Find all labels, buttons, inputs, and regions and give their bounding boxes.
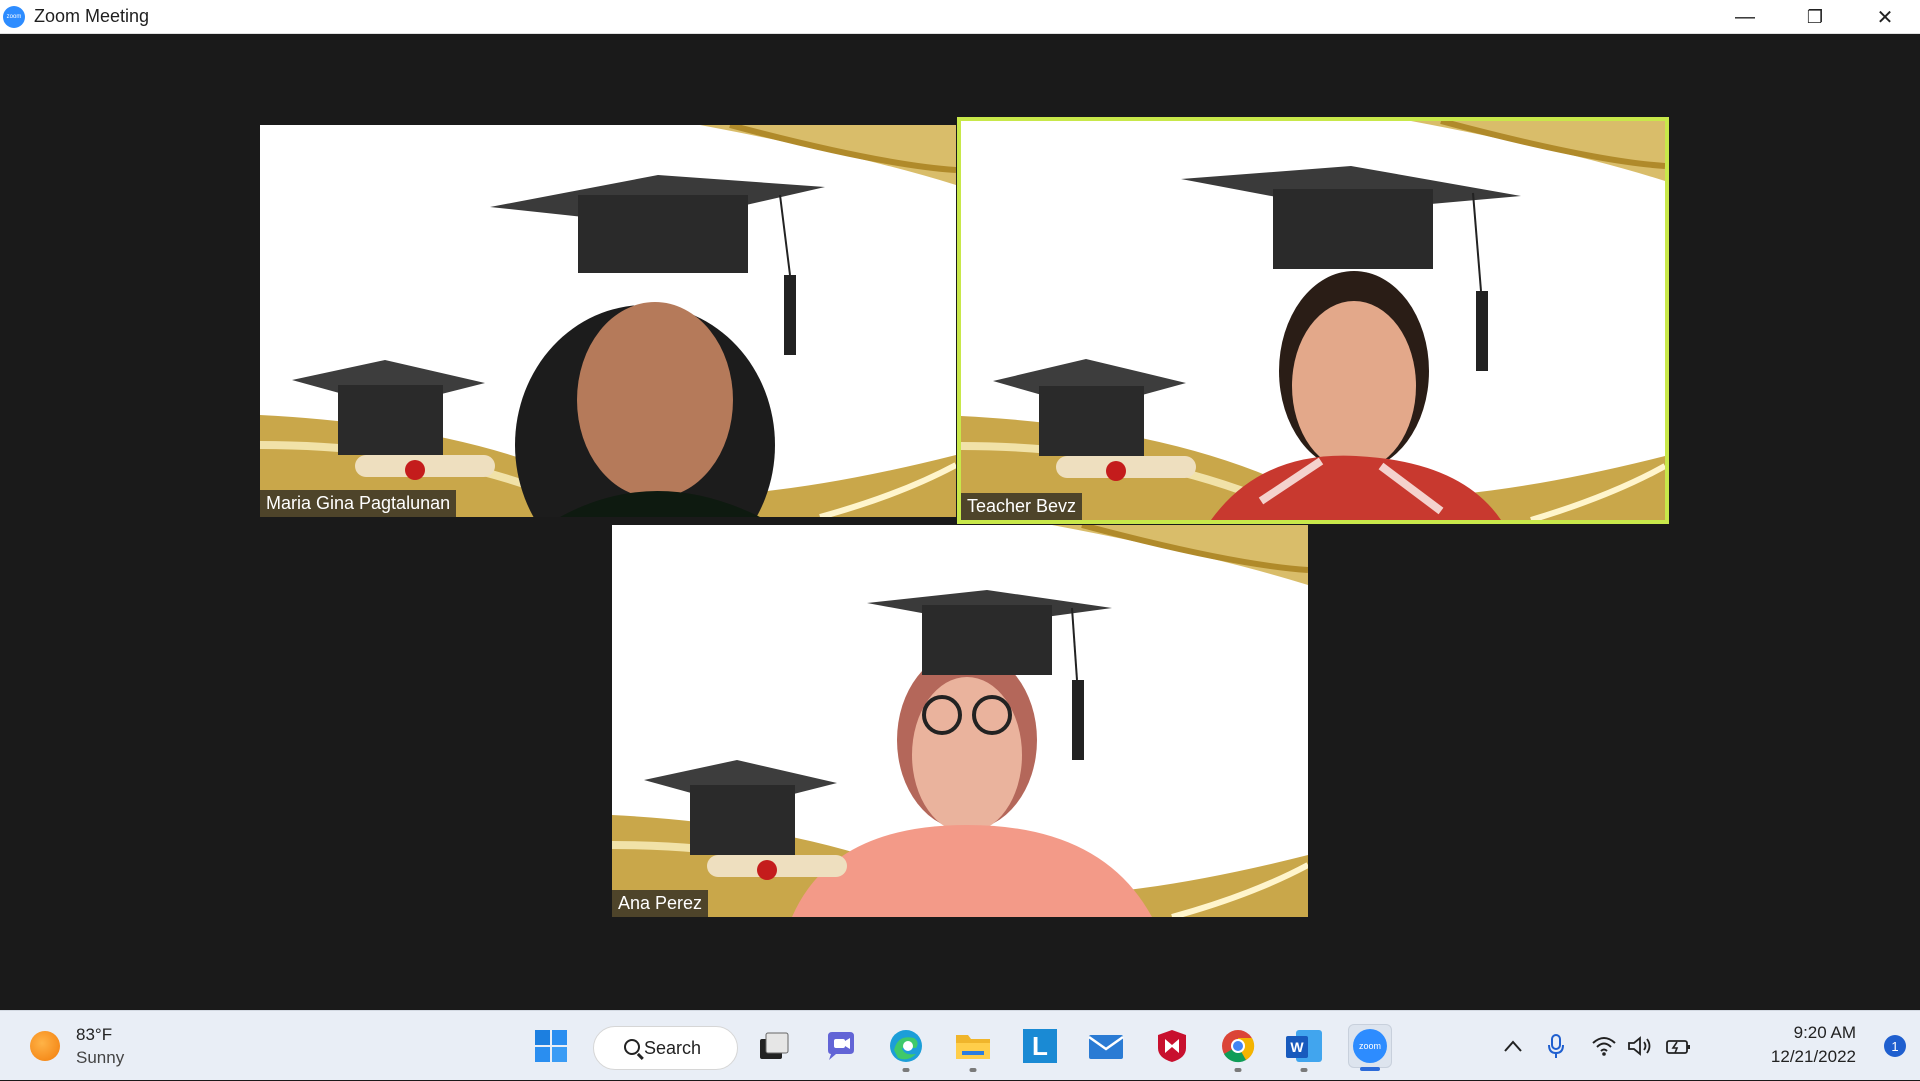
graduation-background-2 [961,121,1665,520]
video-tile-2[interactable]: Teacher Bevz [957,117,1669,524]
close-button[interactable]: ✕ [1850,0,1920,34]
notification-badge[interactable]: 1 [1884,1035,1906,1057]
wifi-icon[interactable] [1591,1033,1617,1059]
video-tile-3[interactable]: Ana Perez [612,525,1308,917]
system-tray: 9:20 AM 12/21/2022 1 [1500,1011,1920,1081]
graduation-background-1 [260,125,956,517]
microphone-icon[interactable] [1543,1033,1569,1059]
window-controls: — ❐ ✕ [1710,0,1920,34]
graduation-background-3 [612,525,1308,917]
zoom-app-icon: zoom [3,5,25,28]
weather-condition: Sunny [76,1048,125,1067]
clock-time: 9:20 AM [1793,1023,1856,1042]
file-explorer-icon[interactable] [951,1024,995,1072]
weather-temperature: 83°F [76,1025,113,1044]
title-bar: zoom Zoom Meeting — ❐ ✕ [0,0,1920,34]
running-indicator [1300,1068,1308,1072]
video-tile-1[interactable]: Maria Gina Pagtalunan [260,125,956,517]
zoom-taskbar-icon[interactable]: zoom [1348,1024,1392,1071]
minimize-button[interactable]: — [1710,0,1780,34]
windows-taskbar: 83°F Sunny Search L W zoom 9:20 AM 12/21… [0,1010,1920,1080]
gallery-view: Maria Gina Pagtalunan Teacher Bevz Ana P… [0,34,1920,1010]
chrome-icon[interactable] [1216,1024,1260,1072]
running-indicator [902,1068,910,1072]
volume-icon[interactable] [1627,1033,1653,1059]
mail-icon[interactable] [1084,1024,1128,1068]
participant-name-label: Teacher Bevz [961,493,1083,520]
search-label: Search [644,1037,702,1058]
taskbar-search[interactable]: Search [593,1026,738,1070]
participant-name-label: Maria Gina Pagtalunan [260,490,457,517]
battery-icon[interactable] [1665,1033,1691,1059]
sun-icon [30,1031,60,1061]
chat-icon[interactable] [819,1024,863,1068]
system-clock[interactable]: 9:20 AM 12/21/2022 [1771,1021,1856,1069]
word-icon[interactable]: W [1282,1024,1326,1072]
chevron-up-icon[interactable] [1500,1033,1526,1059]
restore-button[interactable]: ❐ [1780,0,1850,34]
participant-name-label: Ana Perez [612,890,709,917]
l-app-icon[interactable]: L [1018,1024,1062,1068]
weather-widget[interactable]: 83°F Sunny [30,1023,124,1069]
mcafee-icon[interactable] [1150,1024,1194,1068]
clock-date: 12/21/2022 [1770,1047,1856,1066]
edge-browser-icon[interactable] [884,1024,928,1072]
search-icon [624,1039,640,1055]
task-view-icon[interactable] [752,1024,796,1068]
window-title: Zoom Meeting [34,6,150,26]
running-indicator [1234,1068,1242,1072]
windows-start-icon[interactable] [529,1024,573,1068]
running-indicator [1360,1067,1380,1071]
running-indicator [969,1068,977,1072]
